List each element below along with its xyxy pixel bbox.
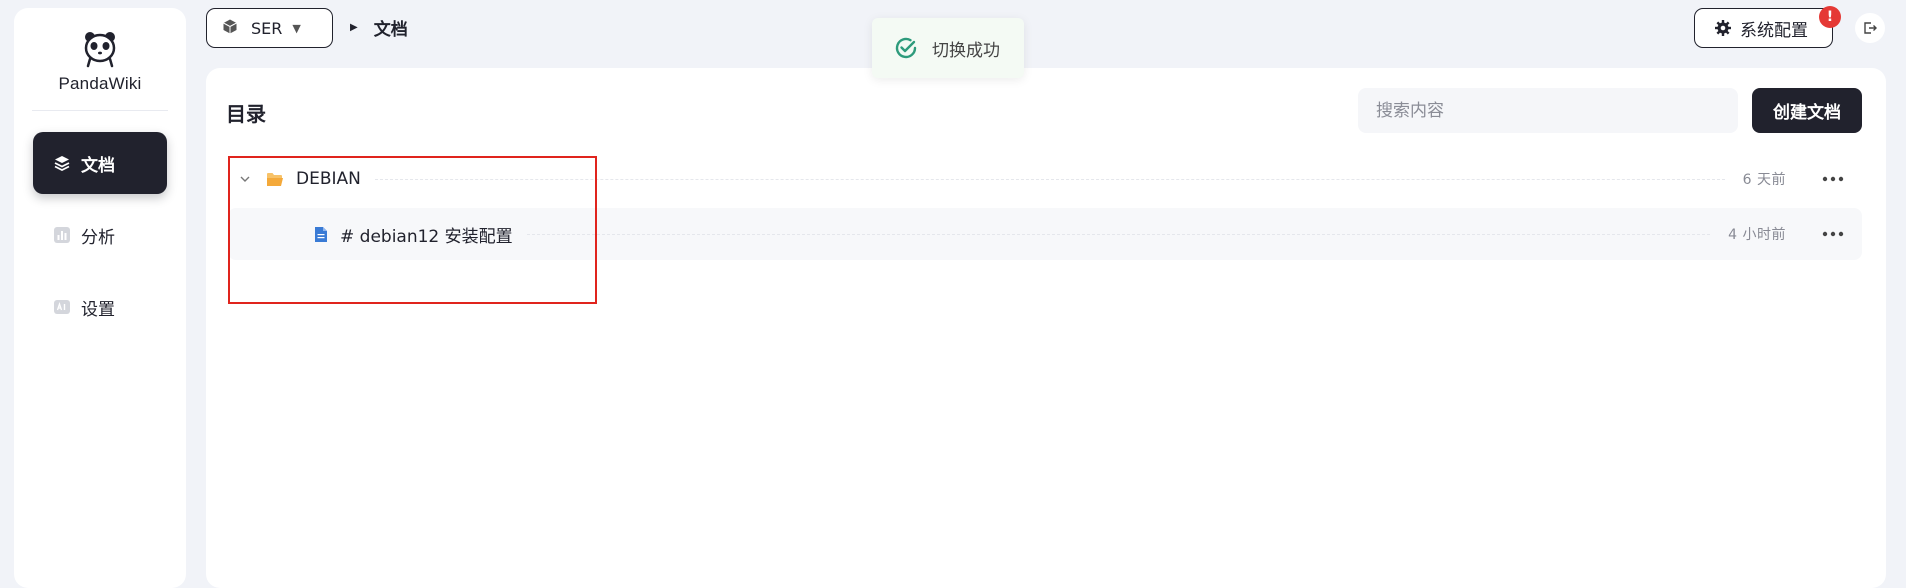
- sidebar-item-settings[interactable]: 设置: [33, 276, 167, 338]
- alert-badge: !: [1819, 6, 1841, 28]
- sidebar-item-label: 设置: [81, 299, 115, 320]
- breadcrumb: ▶ 文档: [350, 14, 408, 40]
- knowledge-base-select[interactable]: SER ▼: [206, 8, 333, 48]
- row-guide-line: [526, 233, 1711, 235]
- sidebar-item-analytics[interactable]: 分析: [33, 204, 167, 266]
- document-icon: [314, 226, 328, 243]
- create-document-button[interactable]: 创建文档: [1752, 88, 1862, 133]
- layers-icon: [53, 154, 71, 172]
- system-config-button[interactable]: 系统配置: [1694, 8, 1833, 48]
- search-input[interactable]: [1358, 88, 1738, 133]
- tree-item-time: 4 小时前: [1728, 227, 1786, 243]
- caret-down-icon: ▼: [292, 21, 301, 35]
- ai-settings-icon: [53, 298, 71, 316]
- sidebar-item-label: 文档: [81, 155, 115, 176]
- gear-icon: [1715, 20, 1731, 36]
- logout-icon: [1863, 21, 1877, 35]
- tree-item-time: 6 天前: [1742, 172, 1786, 188]
- caret-right-icon: ▶: [350, 21, 358, 33]
- toast-notification: 切换成功: [872, 18, 1024, 78]
- logout-button[interactable]: [1855, 13, 1885, 43]
- row-guide-line: [374, 178, 1725, 180]
- tree-item-name: # debian12 安装配置: [340, 226, 513, 247]
- success-check-icon: [894, 36, 918, 60]
- sidebar: PandaWiki 文档 分析 设置: [14, 8, 186, 588]
- more-options-icon[interactable]: [1818, 176, 1848, 182]
- chevron-down-icon[interactable]: [238, 172, 254, 186]
- cube-icon: [223, 19, 237, 38]
- brand-logo[interactable]: PandaWiki: [14, 28, 186, 94]
- main-panel: 目录 创建文档 DEBIAN 6 天前: [206, 68, 1886, 588]
- tree-row-folder[interactable]: DEBIAN 6 天前: [228, 153, 1862, 205]
- tree-row-document[interactable]: # debian12 安装配置 4 小时前: [228, 208, 1862, 260]
- sidebar-item-label: 分析: [81, 227, 115, 248]
- system-config-label: 系统配置: [1740, 20, 1808, 41]
- page-title: 目录: [226, 102, 266, 126]
- panda-logo-icon: [84, 32, 116, 68]
- tree-item-name: DEBIAN: [296, 169, 361, 189]
- sidebar-item-documents[interactable]: 文档: [33, 132, 167, 194]
- toast-message: 切换成功: [932, 40, 1000, 61]
- sidebar-divider: [32, 110, 168, 111]
- bar-chart-icon: [53, 226, 71, 244]
- folder-open-icon: [266, 172, 284, 187]
- breadcrumb-current: 文档: [373, 19, 408, 40]
- more-options-icon[interactable]: [1818, 231, 1848, 237]
- brand-name: PandaWiki: [58, 74, 142, 93]
- knowledge-base-value: SER: [251, 18, 283, 38]
